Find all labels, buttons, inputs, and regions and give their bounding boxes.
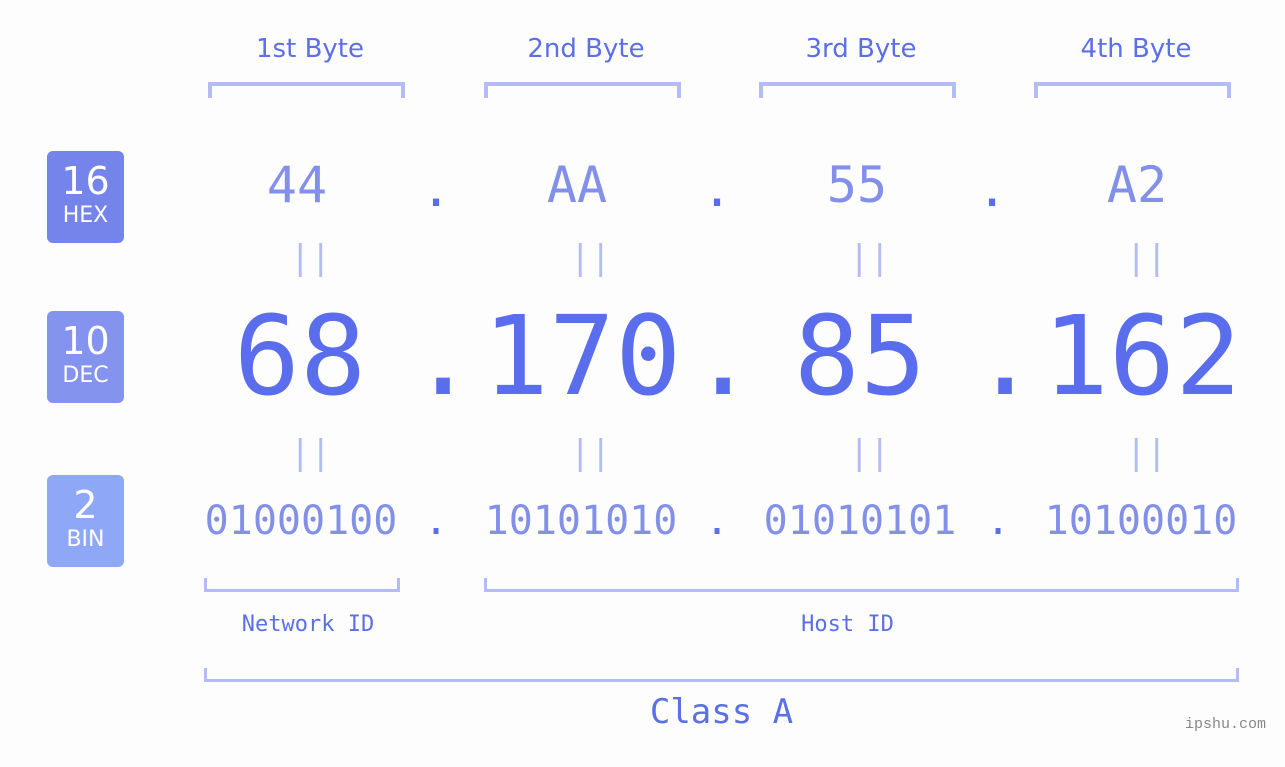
equals-sign: || bbox=[570, 433, 611, 473]
network-id-label: Network ID bbox=[241, 612, 375, 637]
byte-bracket-3 bbox=[759, 82, 956, 98]
equals-sign: || bbox=[570, 238, 611, 278]
hex-separator: . bbox=[420, 160, 452, 218]
byte-header-4: 4th Byte bbox=[1080, 34, 1192, 64]
bin-byte-2: 10101010 bbox=[484, 498, 678, 544]
hex-separator: . bbox=[701, 160, 733, 218]
equals-sign: || bbox=[290, 238, 331, 278]
dec-separator: . bbox=[690, 292, 757, 420]
bin-byte-3: 01010101 bbox=[763, 498, 957, 544]
dec-byte-4: 162 bbox=[1042, 292, 1242, 420]
bin-byte-1: 01000100 bbox=[204, 498, 398, 544]
byte-header-3: 3rd Byte bbox=[805, 34, 917, 64]
byte-header-2: 2nd Byte bbox=[527, 34, 645, 64]
dec-separator: . bbox=[410, 292, 477, 420]
bin-separator: . bbox=[704, 498, 730, 544]
bin-base-number: 2 bbox=[73, 483, 98, 527]
bin-separator: . bbox=[423, 498, 449, 544]
dec-byte-1: 68 bbox=[233, 292, 367, 420]
dec-base-number: 10 bbox=[61, 319, 110, 363]
hex-badge: 16 HEX bbox=[47, 151, 124, 243]
hex-separator: . bbox=[976, 160, 1008, 218]
host-id-bracket bbox=[484, 578, 1239, 592]
dec-base-label: DEC bbox=[62, 363, 109, 388]
equals-sign: || bbox=[849, 433, 890, 473]
host-id-label: Host ID bbox=[801, 612, 894, 637]
bin-separator: . bbox=[985, 498, 1011, 544]
byte-bracket-2 bbox=[484, 82, 681, 98]
dec-badge: 10 DEC bbox=[47, 311, 124, 403]
byte-bracket-4 bbox=[1034, 82, 1231, 98]
byte-bracket-1 bbox=[208, 82, 405, 98]
equals-sign: || bbox=[1126, 433, 1167, 473]
bin-base-label: BIN bbox=[66, 527, 105, 552]
dec-byte-3: 85 bbox=[793, 292, 927, 420]
class-bracket bbox=[204, 668, 1239, 682]
dec-byte-2: 170 bbox=[482, 292, 682, 420]
hex-base-label: HEX bbox=[62, 203, 109, 228]
hex-byte-3: 55 bbox=[826, 156, 888, 214]
equals-sign: || bbox=[849, 238, 890, 278]
bin-byte-4: 10100010 bbox=[1044, 498, 1238, 544]
watermark: ipshu.com bbox=[1185, 716, 1267, 733]
class-label: Class A bbox=[649, 692, 794, 732]
hex-byte-4: A2 bbox=[1106, 156, 1168, 214]
equals-sign: || bbox=[1126, 238, 1167, 278]
equals-sign: || bbox=[290, 433, 331, 473]
hex-base-number: 16 bbox=[61, 159, 110, 203]
dec-separator: . bbox=[972, 292, 1039, 420]
hex-byte-2: AA bbox=[546, 156, 608, 214]
network-id-bracket bbox=[204, 578, 400, 592]
bin-badge: 2 BIN bbox=[47, 475, 124, 567]
byte-header-1: 1st Byte bbox=[256, 34, 364, 64]
hex-byte-1: 44 bbox=[266, 156, 328, 214]
